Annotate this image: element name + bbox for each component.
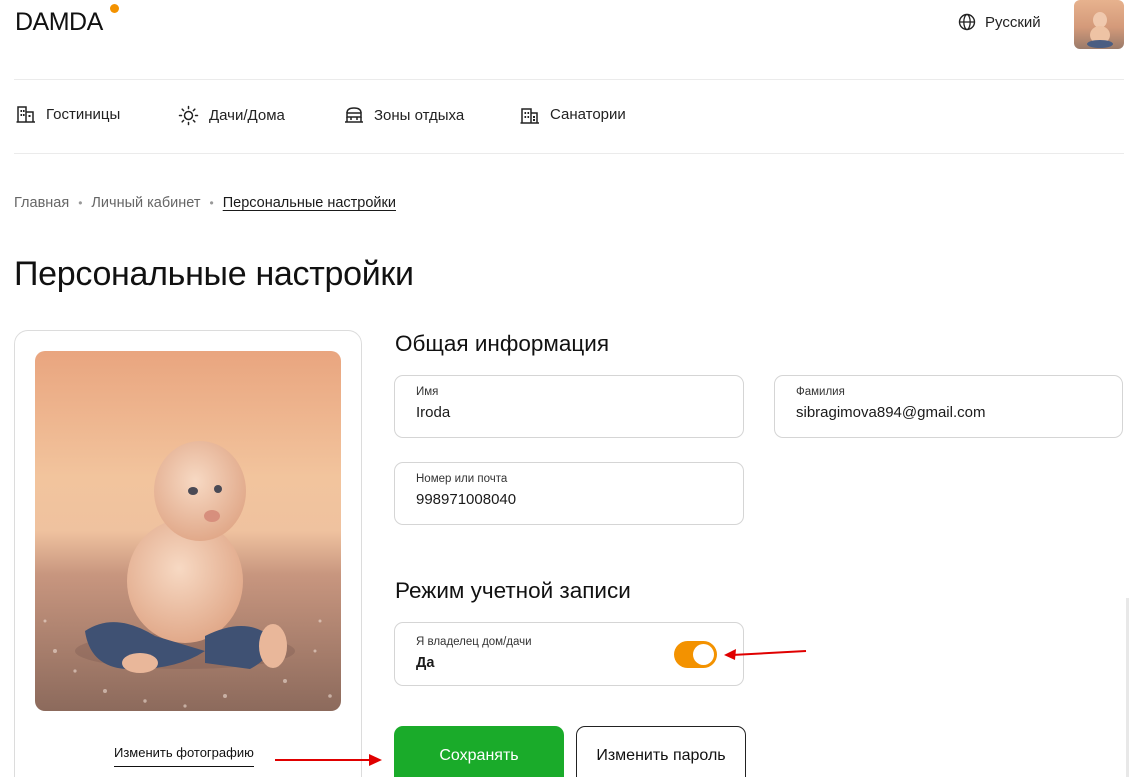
rest-zone-icon [345, 107, 363, 123]
hotel-icon [16, 106, 35, 123]
breadcrumb-cabinet[interactable]: Личный кабинет [91, 195, 200, 211]
avatar[interactable] [1074, 0, 1124, 49]
breadcrumb: Главная • Личный кабинет • Персональные … [14, 195, 396, 211]
language-selector[interactable]: Русский [958, 13, 1041, 31]
surname-label: Фамилия [796, 386, 845, 398]
nav-label: Дачи/Дома [209, 107, 285, 124]
sanatorium-icon [520, 108, 539, 124]
general-info-title: Общая информация [395, 331, 610, 356]
contact-label: Номер или почта [416, 473, 508, 485]
logo-dot [110, 4, 119, 13]
annotation-arrow-save [275, 754, 382, 766]
nav-label: Зоны отдыха [374, 106, 465, 124]
language-label: Русский [985, 13, 1041, 31]
name-label: Имя [416, 386, 439, 398]
logo[interactable]: DAMDA [15, 8, 103, 37]
account-mode-title: Режим учетной записи [395, 578, 631, 603]
contact-field[interactable]: Номер или почта 998971008040 [394, 462, 744, 525]
breadcrumb-current[interactable]: Персональные настройки [223, 195, 396, 211]
change-password-button[interactable]: Изменить пароль [576, 726, 746, 777]
nav-label: Санатории [550, 106, 626, 123]
surname-value[interactable]: sibragimova894@gmail.com [796, 404, 1096, 421]
owner-mode-field: Я владелец дом/дачи Да [394, 622, 744, 686]
breadcrumb-home[interactable]: Главная [14, 195, 69, 211]
profile-photo [35, 351, 341, 711]
annotation-arrow-toggle [724, 649, 807, 660]
surname-field[interactable]: Фамилия sibragimova894@gmail.com [774, 375, 1123, 438]
name-field[interactable]: Имя Iroda [394, 375, 744, 438]
owner-toggle[interactable] [674, 641, 717, 668]
sun-icon [178, 105, 199, 126]
contact-value[interactable]: 998971008040 [416, 491, 716, 508]
nav-item-hotels[interactable]: Гостиницы [16, 105, 120, 123]
divider [14, 153, 1124, 154]
nav-item-rest-zones[interactable]: Зоны отдыха [344, 105, 464, 125]
name-value[interactable]: Iroda [416, 404, 716, 421]
globe-icon [958, 13, 976, 31]
change-photo-link[interactable]: Изменить фотографию [114, 745, 254, 767]
nav-label: Гостиницы [46, 105, 121, 123]
page-title: Персональные настройки [14, 255, 414, 293]
breadcrumb-separator: • [78, 196, 83, 210]
divider [14, 79, 1124, 80]
save-button[interactable]: Сохранять [394, 726, 564, 777]
nav-item-sanatoriums[interactable]: Санатории [520, 105, 626, 124]
nav-item-dachas[interactable]: Дачи/Дома [178, 105, 285, 126]
toggle-knob [693, 644, 714, 665]
breadcrumb-separator: • [209, 196, 214, 210]
